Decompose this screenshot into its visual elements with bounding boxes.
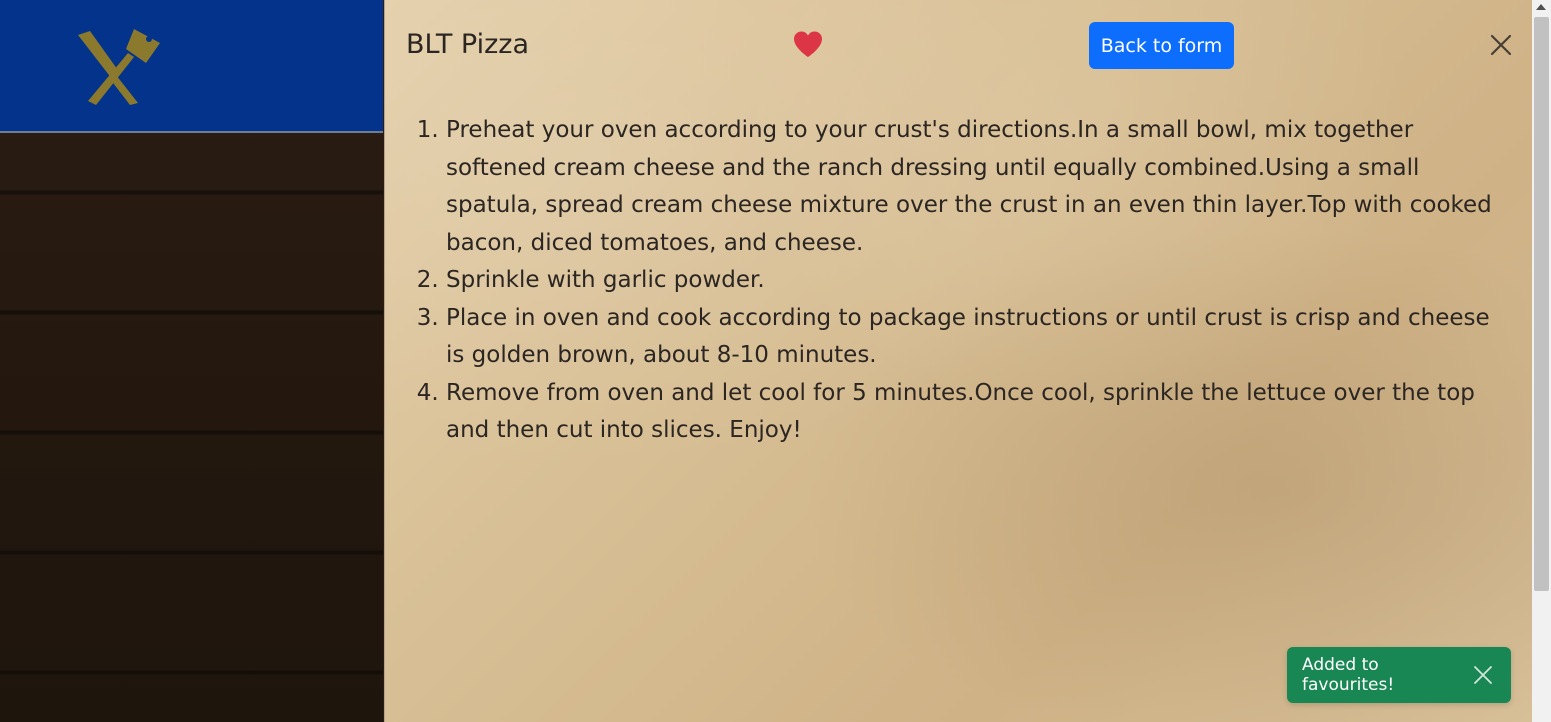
offcanvas-body: Preheat your oven according to your crus…	[406, 112, 1506, 450]
offcanvas-close-button[interactable]	[1486, 30, 1516, 60]
logo[interactable]	[70, 20, 166, 110]
scrollbar-thumb[interactable]	[1534, 17, 1549, 591]
app-root: BLT Pizza Back to form Preheat your oven…	[0, 0, 1551, 722]
list-item: Place in oven and cook according to pack…	[446, 300, 1506, 375]
offcanvas-header: BLT Pizza Back to form	[385, 0, 1533, 92]
toast-message: Added to favourites!	[1302, 655, 1395, 695]
brand-header	[0, 0, 383, 133]
recipe-offcanvas: BLT Pizza Back to form Preheat your oven…	[384, 0, 1532, 722]
close-icon	[1474, 666, 1492, 684]
heart-icon	[794, 31, 822, 57]
back-to-form-button[interactable]: Back to form	[1089, 22, 1234, 69]
list-item: Sprinkle with garlic powder.	[446, 262, 1506, 300]
scroll-up-arrow-icon[interactable]	[1536, 4, 1546, 10]
vertical-scrollbar[interactable]	[1532, 0, 1551, 722]
instructions-list: Preheat your oven according to your crus…	[406, 112, 1506, 450]
close-icon	[1490, 34, 1512, 56]
list-item: Preheat your oven according to your crus…	[446, 112, 1506, 262]
left-background-panel	[0, 0, 383, 722]
favourite-button[interactable]	[790, 26, 826, 62]
recipe-title: BLT Pizza	[406, 29, 530, 60]
list-item: Remove from oven and let cool for 5 minu…	[446, 375, 1506, 450]
favourites-toast: Added to favourites!	[1287, 647, 1511, 703]
crossed-cleaver-knife-icon	[78, 29, 160, 105]
toast-close-button[interactable]	[1463, 655, 1503, 695]
